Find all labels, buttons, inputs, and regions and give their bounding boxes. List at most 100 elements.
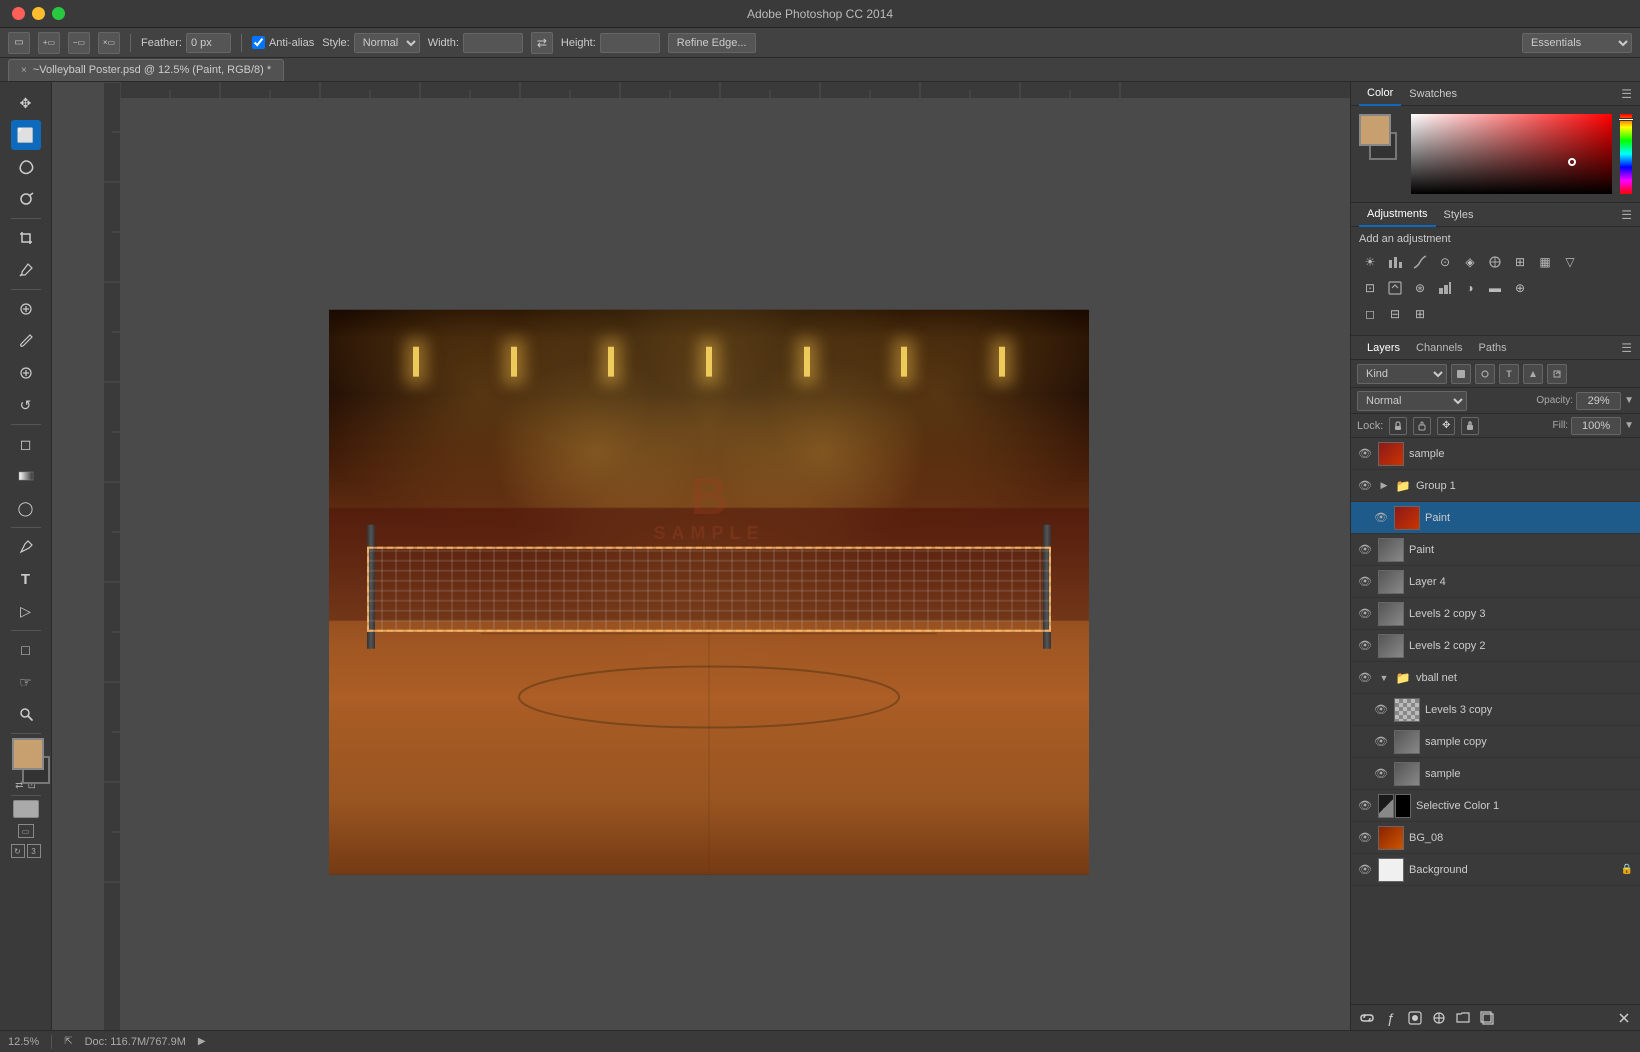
invert-adj-icon[interactable]: ⊛ <box>1409 277 1431 299</box>
color-tab[interactable]: Color <box>1359 82 1401 106</box>
curves-adj-icon[interactable] <box>1409 251 1431 273</box>
zoom-tool-btn[interactable] <box>11 699 41 729</box>
intersect-selection-btn[interactable]: ×▭ <box>98 32 120 54</box>
gradient-tool-btn[interactable] <box>11 461 41 491</box>
layer-visibility-toggle[interactable]: 👁 <box>1357 574 1373 590</box>
color-lookup-adj-icon[interactable] <box>1384 277 1406 299</box>
levels-adj-icon[interactable] <box>1384 251 1406 273</box>
type-tool-btn[interactable]: T <box>11 564 41 594</box>
rectangle-shape-btn[interactable]: □ <box>11 635 41 665</box>
tab-close[interactable]: × <box>21 65 27 76</box>
selective-color-adj-icon[interactable]: ⊕ <box>1509 277 1531 299</box>
layer-visibility-toggle[interactable]: 👁 <box>1357 862 1373 878</box>
swap-dimensions-btn[interactable]: ⇄ <box>531 32 553 54</box>
shape-filter-btn[interactable] <box>1523 364 1543 384</box>
color-balance-adj-icon[interactable]: ⊞ <box>1509 251 1531 273</box>
style-select[interactable]: Normal <box>354 33 420 53</box>
maximize-button[interactable] <box>52 7 65 20</box>
channel-mix-adj-icon[interactable]: ⊡ <box>1359 277 1381 299</box>
color-hue-bar[interactable] <box>1620 114 1632 194</box>
layer-item-group1[interactable]: 👁 ▶ 📁 Group 1 <box>1351 470 1640 502</box>
pixel-filter-btn[interactable] <box>1451 364 1471 384</box>
layer-visibility-toggle[interactable]: 👁 <box>1357 606 1373 622</box>
path-select-btn[interactable]: ▷ <box>11 596 41 626</box>
link-layers-btn[interactable] <box>1357 1008 1377 1028</box>
minimize-button[interactable] <box>32 7 45 20</box>
close-button[interactable] <box>12 7 25 20</box>
layer-item-paint[interactable]: 👁 Paint <box>1351 534 1640 566</box>
layer-item-bg08[interactable]: 👁 BG_08 <box>1351 822 1640 854</box>
lock-image-btn[interactable] <box>1413 417 1431 435</box>
layer-item-levels2copy2[interactable]: 👁 Levels 2 copy 2 <box>1351 630 1640 662</box>
marquee-tool-btn[interactable]: ⬜ <box>11 120 41 150</box>
new-layer-btn[interactable] <box>1477 1008 1497 1028</box>
paths-tab[interactable]: Paths <box>1471 336 1515 360</box>
document-tab[interactable]: × ~Volleyball Poster.psd @ 12.5% (Paint,… <box>8 59 284 81</box>
canvas-image[interactable]: B SAMPLE <box>329 310 1089 875</box>
layer-item-sample-inner[interactable]: 👁 sample <box>1351 758 1640 790</box>
layer-visibility-toggle[interactable]: 👁 <box>1357 446 1373 462</box>
layer-item-paint-selected[interactable]: 👁 Paint <box>1351 502 1640 534</box>
width-input[interactable] <box>463 33 523 53</box>
layer-visibility-toggle[interactable]: 👁 <box>1357 478 1373 494</box>
healing-brush-btn[interactable] <box>11 294 41 324</box>
layer-visibility-toggle[interactable]: 👁 <box>1373 510 1389 526</box>
new-group-btn[interactable] <box>1453 1008 1473 1028</box>
exposure-adj-icon[interactable]: ⊙ <box>1434 251 1456 273</box>
foreground-color[interactable] <box>12 738 44 770</box>
pen-tool-btn[interactable] <box>11 532 41 562</box>
opacity-dropdown-icon[interactable]: ▼ <box>1624 395 1634 406</box>
quick-select-tool-btn[interactable] <box>11 184 41 214</box>
layer-expand-arrow[interactable]: ▶ <box>1378 480 1390 492</box>
layers-list[interactable]: 👁 sample 👁 ▶ 📁 Group 1 👁 Paint <box>1351 438 1640 1004</box>
window-controls[interactable] <box>12 7 65 20</box>
bw-adj-icon[interactable]: ▦ <box>1534 251 1556 273</box>
hue-sat-adj-icon[interactable] <box>1484 251 1506 273</box>
clone-stamp-btn[interactable] <box>11 358 41 388</box>
gradient-map-adj-icon[interactable]: ▬ <box>1484 277 1506 299</box>
lasso-tool-btn[interactable] <box>11 152 41 182</box>
layer-item-background[interactable]: 👁 Background 🔒 <box>1351 854 1640 886</box>
layer-visibility-toggle[interactable]: 👁 <box>1357 830 1373 846</box>
refine-edge-button[interactable]: Refine Edge... <box>668 33 756 53</box>
doc-size-arrow[interactable]: ▶ <box>198 1036 206 1047</box>
eraser-tool-btn[interactable]: ◻ <box>11 429 41 459</box>
3d-btn[interactable]: 3 <box>27 844 41 858</box>
layer-item-levels2copy3[interactable]: 👁 Levels 2 copy 3 <box>1351 598 1640 630</box>
history-brush-btn[interactable]: ↺ <box>11 390 41 420</box>
photo-filter-adj-icon[interactable]: ▽ <box>1559 251 1581 273</box>
create-fill-adj-btn[interactable] <box>1429 1008 1449 1028</box>
height-input[interactable] <box>600 33 660 53</box>
kind-filter-select[interactable]: Kind <box>1357 364 1447 384</box>
layer-item-sample-copy[interactable]: 👁 sample copy <box>1351 726 1640 758</box>
fill-input[interactable] <box>1571 417 1621 435</box>
layer-item-selective-color[interactable]: 👁 Selective Color 1 <box>1351 790 1640 822</box>
layer-visibility-toggle[interactable]: 👁 <box>1357 798 1373 814</box>
curves-clip-adj-icon[interactable]: ◻ <box>1359 303 1381 325</box>
type-filter-btn[interactable]: T <box>1499 364 1519 384</box>
new-selection-btn[interactable]: ▭ <box>8 32 30 54</box>
lock-all-btn[interactable] <box>1461 417 1479 435</box>
layer-visibility-toggle[interactable]: 👁 <box>1357 670 1373 686</box>
layer-visibility-toggle[interactable]: 👁 <box>1357 542 1373 558</box>
smart-filter-adj-icon[interactable]: ⊟ <box>1384 303 1406 325</box>
layer-item-sample-top[interactable]: 👁 sample <box>1351 438 1640 470</box>
styles-tab[interactable]: Styles <box>1436 203 1482 227</box>
crop-tool-btn[interactable] <box>11 223 41 253</box>
add-mask-btn[interactable] <box>1405 1008 1425 1028</box>
brush-tool-btn[interactable] <box>11 326 41 356</box>
color-swatch-pair[interactable] <box>1359 114 1403 166</box>
add-style-btn[interactable]: ƒ <box>1381 1008 1401 1028</box>
layer-item-vball-net[interactable]: 👁 ▼ 📁 vball net <box>1351 662 1640 694</box>
smart-filter-btn[interactable] <box>1547 364 1567 384</box>
brightness-adj-icon[interactable]: ☀ <box>1359 251 1381 273</box>
vibrance-adj-icon[interactable]: ◈ <box>1459 251 1481 273</box>
screen-mode-btn[interactable]: ▭ <box>18 824 34 838</box>
dodge-tool-btn[interactable]: ◯ <box>11 493 41 523</box>
subtract-selection-btn[interactable]: −▭ <box>68 32 90 54</box>
layer-visibility-toggle[interactable]: 👁 <box>1373 766 1389 782</box>
color-picker-gradient[interactable] <box>1411 114 1612 194</box>
anti-alias-checkbox[interactable] <box>252 36 265 49</box>
layer-visibility-toggle[interactable]: 👁 <box>1373 702 1389 718</box>
feather-input[interactable] <box>186 33 231 53</box>
